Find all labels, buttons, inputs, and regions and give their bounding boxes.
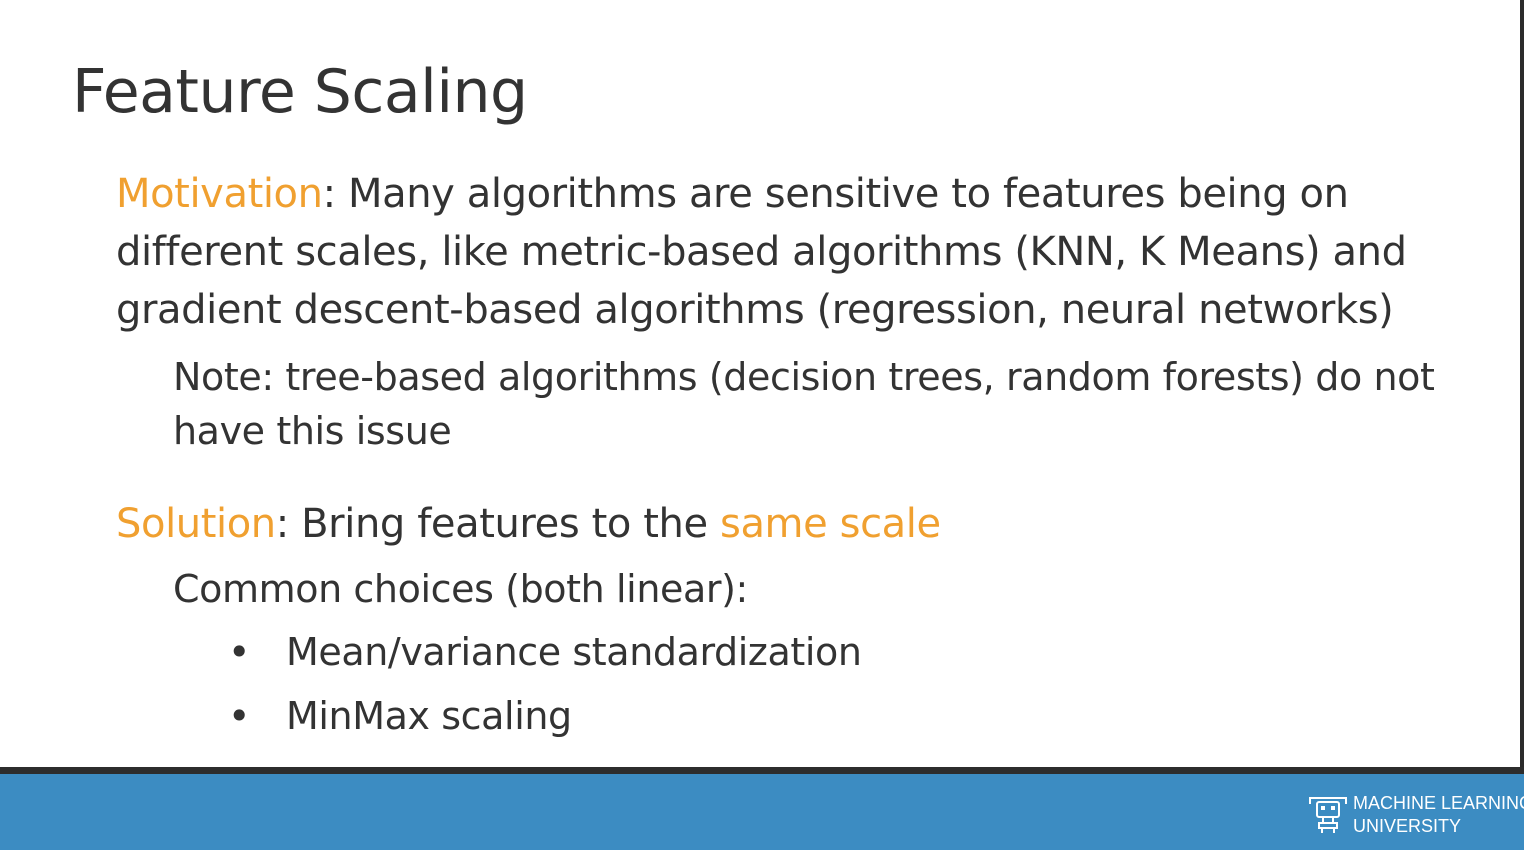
common-choices-intro: Common choices (both linear):: [173, 567, 748, 611]
solution-paragraph: Solution: Bring features to the same sca…: [116, 495, 941, 553]
list-item: • MinMax scaling: [228, 689, 572, 743]
bullet-icon: •: [228, 630, 251, 674]
brand-wordmark: MACHINE LEARNING UNIVERSITY: [1353, 792, 1524, 838]
slide-title: Feature Scaling: [72, 57, 528, 127]
solution-text: : Bring features to the: [275, 501, 720, 547]
bullet-icon: •: [228, 694, 251, 738]
list-item-text: MinMax scaling: [286, 694, 572, 738]
footer-bar: MACHINE LEARNING UNIVERSITY: [0, 774, 1524, 850]
solution-label: Solution: [116, 501, 276, 547]
slide-right-border: [1520, 0, 1524, 850]
robot-icon: [1309, 797, 1347, 833]
motivation-text-line2: different scales, like metric-based algo…: [116, 229, 1407, 275]
motivation-text-line1: : Many algorithms are sensitive to featu…: [322, 171, 1349, 217]
motivation-label: Motivation: [116, 171, 323, 217]
list-item-text: Mean/variance standardization: [286, 630, 862, 674]
note-line1: Note: tree-based algorithms (decision tr…: [173, 355, 1435, 399]
solution-highlight: same scale: [720, 501, 941, 547]
footer-divider: [0, 767, 1524, 774]
brand-line1: MACHINE LEARNING: [1353, 793, 1524, 813]
note-line2: have this issue: [173, 409, 452, 453]
motivation-paragraph: Motivation: Many algorithms are sensitiv…: [116, 165, 1407, 339]
note-paragraph: Note: tree-based algorithms (decision tr…: [173, 350, 1435, 458]
brand-line2: UNIVERSITY: [1353, 816, 1462, 836]
list-item: • Mean/variance standardization: [228, 625, 862, 679]
motivation-text-line3: gradient descent-based algorithms (regre…: [116, 287, 1394, 333]
